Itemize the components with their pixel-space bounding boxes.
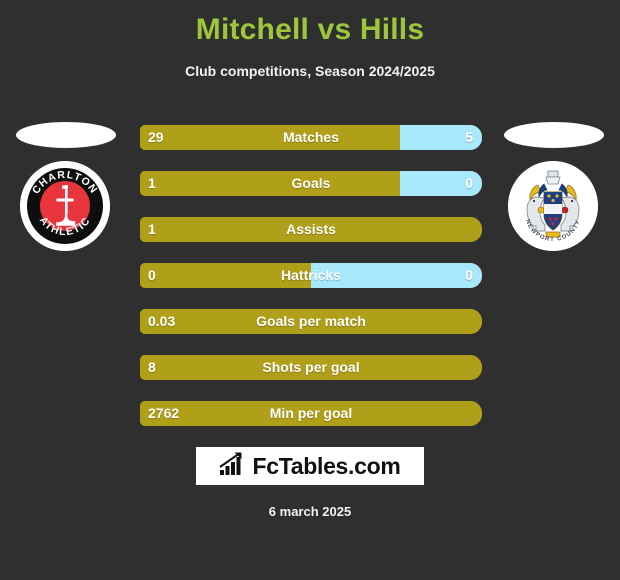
stat-row: 8 Shots per goal <box>140 355 482 380</box>
stat-row: 0 Hattricks 0 <box>140 263 482 288</box>
stat-row: 1 Goals 0 <box>140 171 482 196</box>
fctables-brand-logo[interactable]: FcTables.com <box>196 447 424 485</box>
stat-row: 29 Matches 5 <box>140 125 482 150</box>
stats-comparison-page: Mitchell vs Hills Club competitions, Sea… <box>0 0 620 580</box>
stat-label: Goals per match <box>256 313 366 329</box>
stat-away-value: 5 <box>465 129 473 145</box>
page-title: Mitchell vs Hills <box>195 13 425 46</box>
stat-away-value: 0 <box>465 267 473 283</box>
stat-label: Shots per goal <box>262 359 360 375</box>
stats-list: 29 Matches 5 1 Goals 0 1 Assists 0 Hattr… <box>140 125 482 447</box>
away-team-crest-area: NEWPORT COUNTY <box>490 118 620 308</box>
stat-label: Matches <box>282 129 340 145</box>
stat-row: 1 Assists <box>140 217 482 242</box>
stat-away-value: 0 <box>465 175 473 191</box>
newport-county-crest-icon: NEWPORT COUNTY <box>508 161 598 251</box>
stat-label: Goals <box>291 175 331 191</box>
bar-chart-growth-icon <box>219 451 246 481</box>
stat-label: Min per goal <box>269 405 353 421</box>
page-subtitle: Club competitions, Season 2024/2025 <box>185 63 435 79</box>
stat-row: 0.03 Goals per match <box>140 309 482 334</box>
charlton-athletic-crest-icon: CHARLTON ATHLETIC <box>20 161 110 251</box>
away-crest-ellipse <box>504 122 604 148</box>
home-team-crest-area: CHARLTON ATHLETIC <box>0 118 130 308</box>
report-date: 6 march 2025 <box>268 504 352 519</box>
stat-label: Assists <box>286 221 336 237</box>
stat-row: 2762 Min per goal <box>140 401 482 426</box>
fctables-brand-text: FcTables.com <box>252 453 401 479</box>
home-crest-ellipse <box>16 122 116 148</box>
stat-label: Hattricks <box>281 267 341 283</box>
